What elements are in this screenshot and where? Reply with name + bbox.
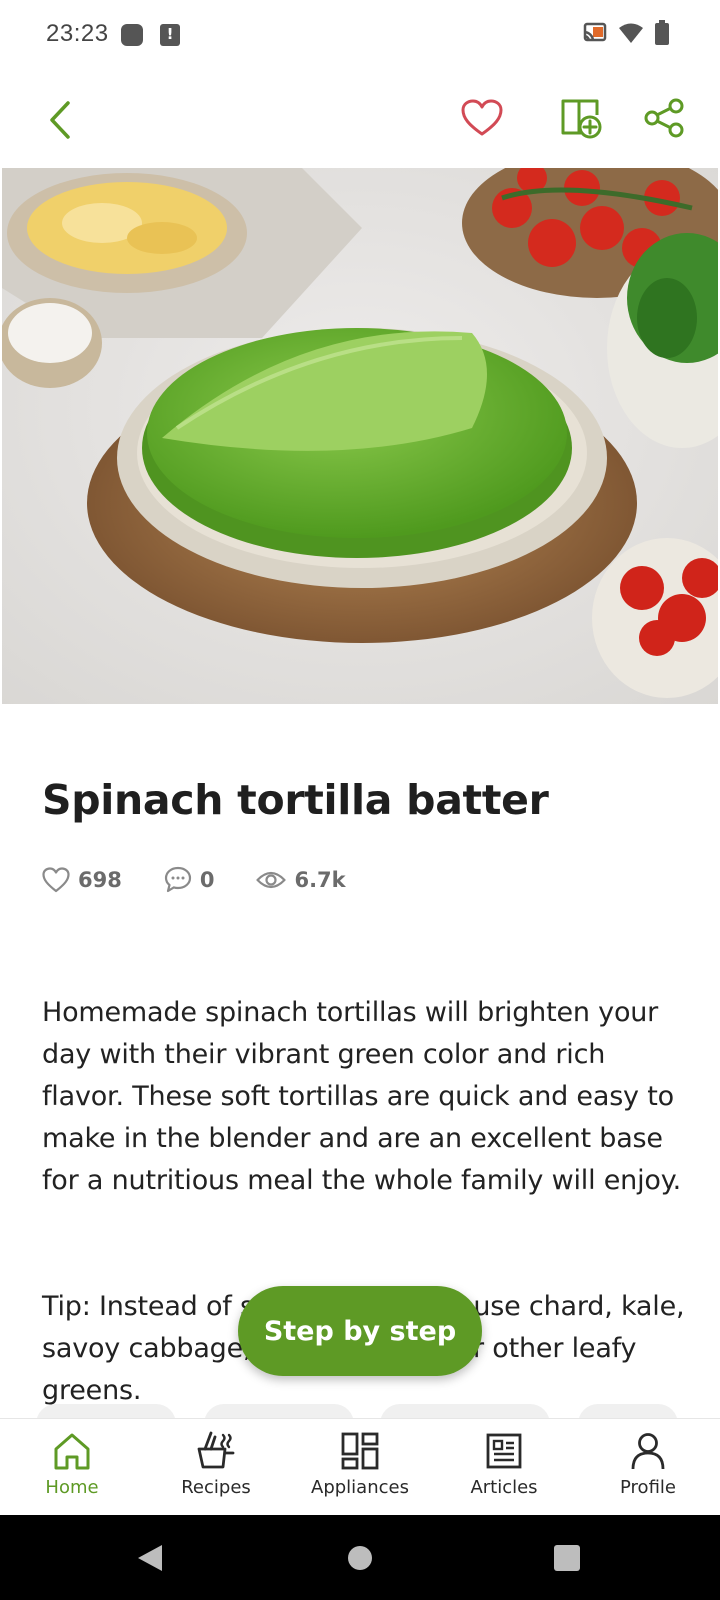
alert-icon: [160, 24, 180, 46]
appliances-grid-icon: [341, 1432, 379, 1470]
chevron-left-icon: [50, 101, 70, 139]
home-icon: [54, 1433, 90, 1470]
recipe-stats: 698 0 6.7k: [42, 866, 388, 894]
nav-label-articles: Articles: [470, 1477, 538, 1498]
add-to-collection-button[interactable]: [556, 92, 606, 144]
status-icons: [582, 20, 670, 46]
bottom-navigation: Home Recipes Appliances Articles Profile: [0, 1418, 720, 1515]
system-recents-icon[interactable]: [553, 1544, 581, 1572]
back-button[interactable]: [38, 94, 82, 146]
recipe-description: Homemade spinach tortillas will brighten…: [42, 950, 692, 1454]
notification-dot-icon: [121, 24, 143, 46]
cast-icon: [583, 22, 607, 42]
system-back-icon[interactable]: [136, 1543, 164, 1573]
add-to-book-icon: [561, 99, 602, 139]
comments-stat: 0: [164, 866, 215, 894]
profile-person-icon: [631, 1433, 665, 1470]
nav-item-home[interactable]: Home: [0, 1419, 144, 1515]
recipes-pot-icon: [197, 1431, 235, 1469]
wifi-icon: [619, 23, 643, 43]
favorite-button[interactable]: [458, 94, 506, 142]
step-by-step-button[interactable]: Step by step: [238, 1286, 482, 1376]
battery-icon: [655, 20, 669, 45]
nav-label-appliances: Appliances: [311, 1477, 409, 1498]
heart-outline-icon: [42, 867, 70, 893]
status-time: 23:23: [46, 20, 109, 47]
views-count: 6.7k: [294, 868, 346, 892]
views-stat: 6.7k: [256, 868, 346, 892]
comments-count: 0: [199, 868, 215, 892]
nav-label-home: Home: [45, 1477, 99, 1498]
eye-icon: [256, 871, 287, 889]
share-button[interactable]: [640, 94, 688, 142]
nav-label-profile: Profile: [620, 1477, 676, 1498]
recipe-title: Spinach tortilla batter: [42, 776, 549, 824]
recipe-photo: [2, 168, 718, 704]
nav-item-appliances[interactable]: Appliances: [288, 1419, 432, 1515]
system-navigation-bar: [0, 1515, 720, 1600]
share-icon: [644, 98, 684, 138]
nav-item-profile[interactable]: Profile: [576, 1419, 720, 1515]
likes-stat: 698: [42, 867, 122, 893]
nav-item-articles[interactable]: Articles: [432, 1419, 576, 1515]
status-bar: 23:23: [0, 0, 720, 72]
articles-newspaper-icon: [486, 1433, 522, 1469]
recipe-hero-image: [2, 168, 718, 704]
system-home-icon[interactable]: [347, 1545, 373, 1571]
comment-icon: [164, 866, 191, 893]
heart-icon: [461, 99, 503, 136]
top-app-bar: [0, 72, 720, 168]
nav-item-recipes[interactable]: Recipes: [144, 1419, 288, 1515]
nav-label-recipes: Recipes: [181, 1477, 251, 1498]
likes-count: 698: [78, 868, 122, 892]
description-paragraph: Homemade spinach tortillas will brighten…: [42, 997, 682, 1196]
